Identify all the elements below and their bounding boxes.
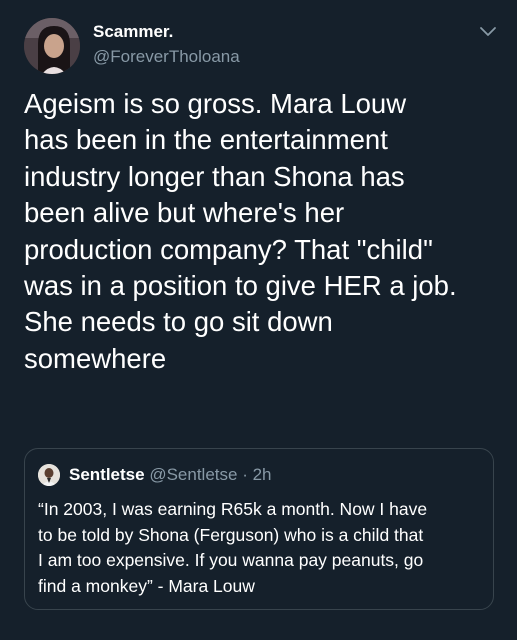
quoted-author-name[interactable]: Sentletse <box>69 465 145 484</box>
author-name[interactable]: Scammer. <box>93 22 173 42</box>
quoted-author-avatar[interactable] <box>38 464 60 486</box>
author-handle[interactable]: @ForeverTholoana <box>93 47 240 67</box>
chevron-down-icon[interactable] <box>478 24 498 40</box>
author-avatar[interactable] <box>24 18 80 74</box>
avatar-photo-icon <box>38 464 60 486</box>
quoted-tweet-text: “In 2003, I was earning R65k a month. No… <box>38 499 428 596</box>
tweet: Scammer. @ForeverTholoana Ageism is so g… <box>0 0 517 640</box>
tweet-text: Ageism is so gross. Mara Louw has been i… <box>24 88 457 374</box>
quoted-header: Sentletse @Sentletse · 2h <box>69 465 271 485</box>
quoted-tweet[interactable]: Sentletse @Sentletse · 2h “In 2003, I wa… <box>24 448 494 610</box>
quoted-author-handle-time: @Sentletse · 2h <box>149 465 272 484</box>
avatar-photo-icon <box>24 18 80 74</box>
